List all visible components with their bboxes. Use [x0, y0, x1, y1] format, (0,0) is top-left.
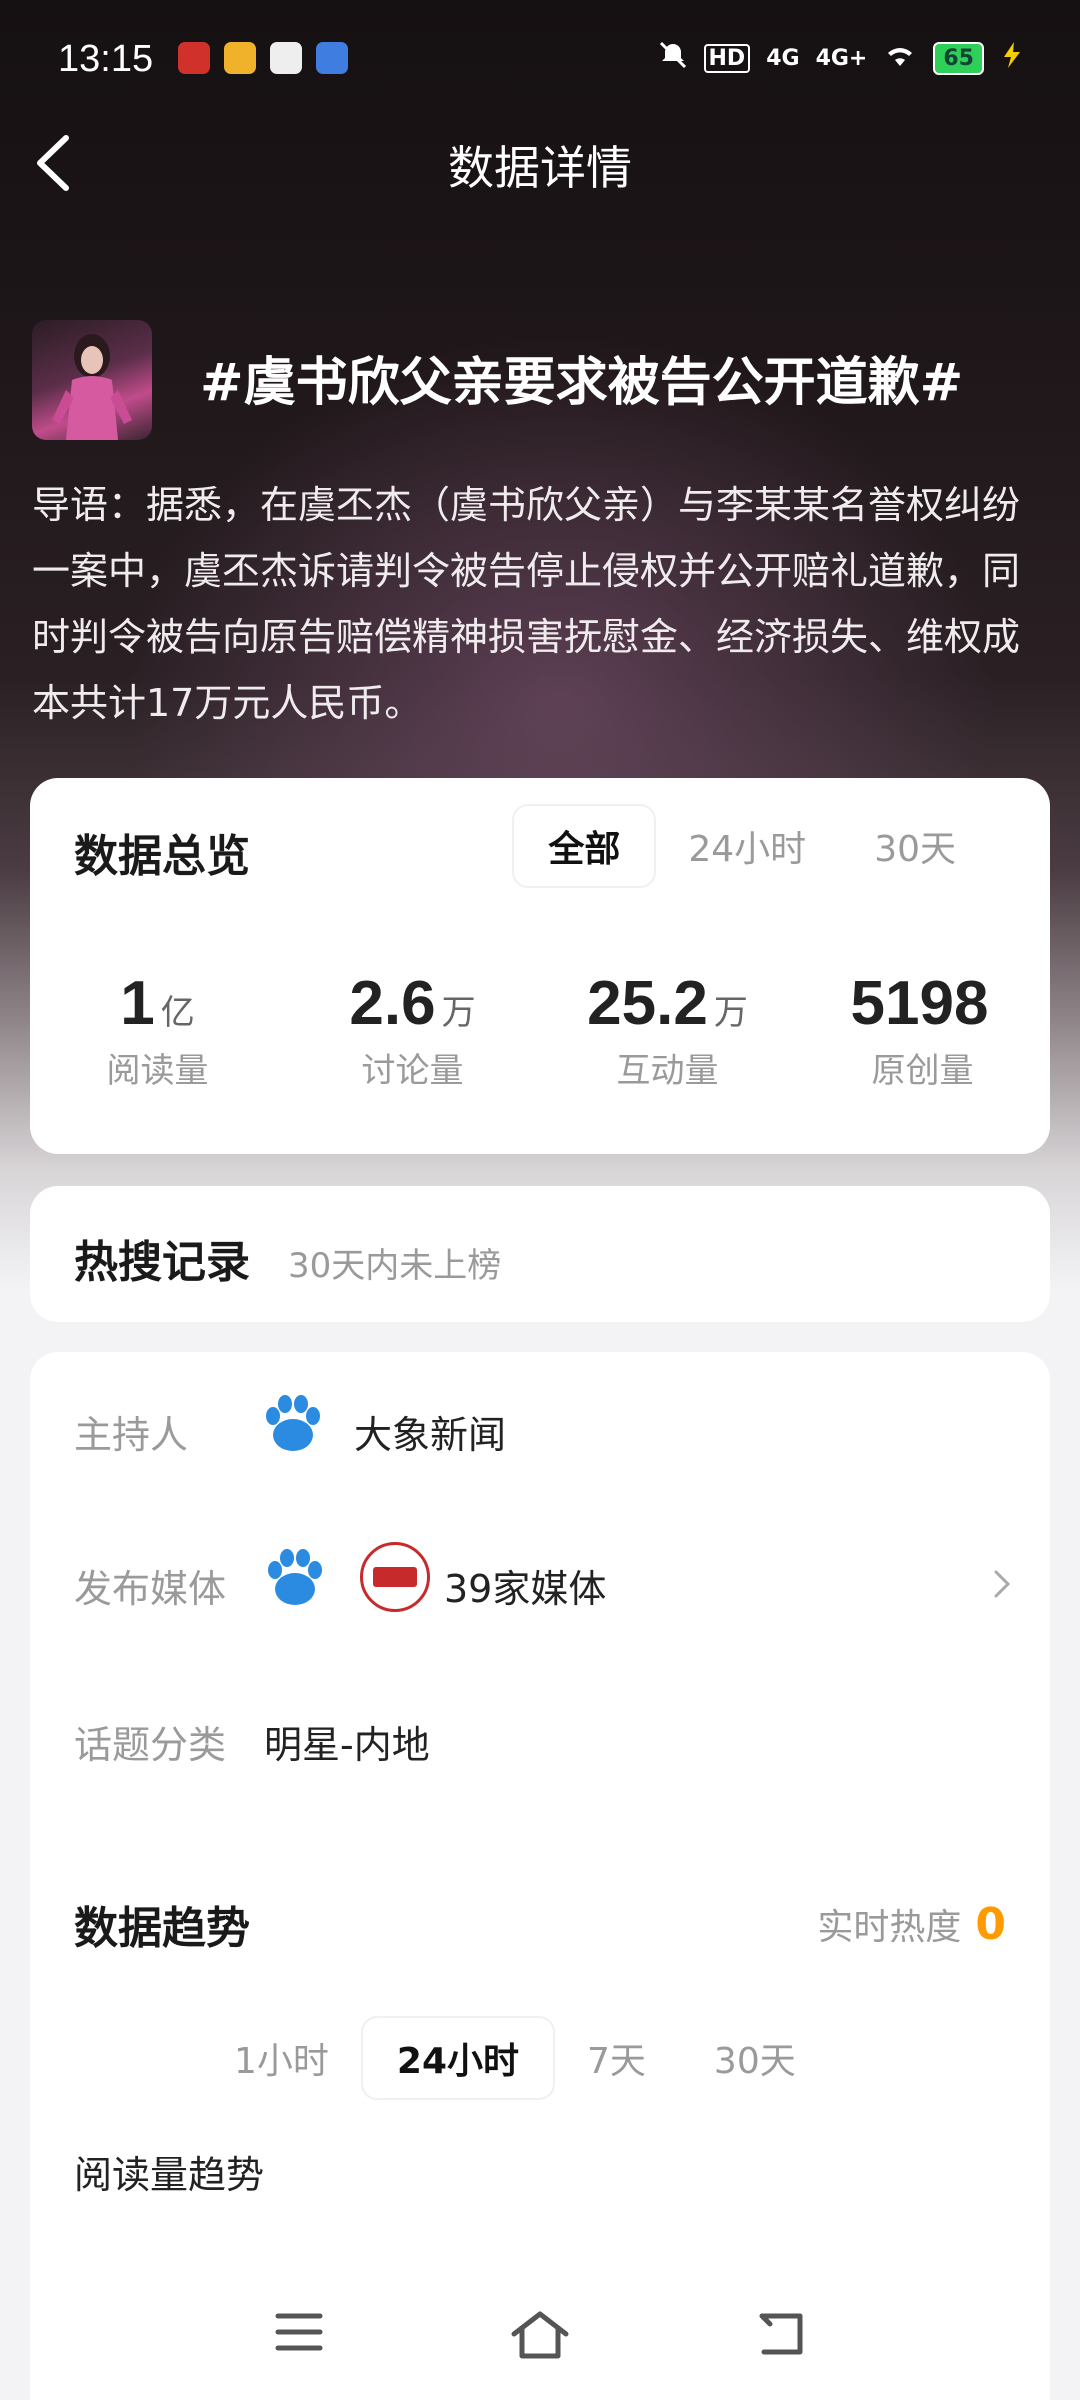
battery-icon: 65	[933, 41, 984, 75]
tab-30d-trend[interactable]: 30天	[680, 2018, 830, 2098]
trend-title: 数据趋势	[74, 1903, 250, 1954]
media-avatar-paw-icon	[260, 1542, 330, 1612]
stat-label: 讨论量	[361, 1051, 464, 1091]
stat-value: 1	[120, 969, 155, 1038]
wifi-icon	[883, 42, 917, 74]
tab-24h[interactable]: 24小时	[654, 806, 840, 886]
media-count[interactable]: 39家媒体	[444, 1558, 606, 1613]
stat-label: 互动量	[616, 1051, 719, 1091]
host-avatar-paw-icon	[258, 1388, 328, 1458]
network-4g-icon: 4G	[766, 45, 800, 71]
return-icon[interactable]	[754, 2310, 806, 2362]
host-row[interactable]: 主持人	[74, 1404, 188, 1459]
realtime-heat-value: 0	[975, 1899, 1006, 1950]
data-overview-card: 数据总览 全部 24小时 30天 1亿 阅读量 2.6 万 讨论量 25.2 万 互…	[30, 778, 1050, 1154]
tab-7d[interactable]: 7天	[553, 2018, 680, 2098]
stat-label: 阅读量	[106, 1051, 209, 1091]
app-notification-icon	[178, 42, 210, 74]
tab-30d[interactable]: 30天	[840, 806, 990, 886]
topic-thumbnail[interactable]	[32, 320, 152, 440]
hd-icon: HD	[703, 43, 751, 73]
menu-icon[interactable]	[274, 2310, 324, 2358]
category-label: 话题分类	[74, 1723, 227, 1767]
stat-interactions: 25.2 万 互动量	[540, 968, 795, 1092]
nav-bar: 数据详情	[0, 120, 1080, 200]
tab-all[interactable]: 全部	[514, 806, 655, 886]
system-icons: HD 4G 4G+ 65	[658, 40, 1025, 76]
stat-unit: 万	[441, 993, 476, 1033]
tab-24h-trend[interactable]: 24小时	[362, 2018, 554, 2098]
topic-title: #虞书欣父亲要求被告公开道歉#	[200, 353, 964, 413]
home-icon[interactable]	[510, 2310, 570, 2364]
stat-unit: 亿	[160, 993, 195, 1033]
baidu-notification-icon	[316, 42, 348, 74]
notification-icons	[178, 42, 348, 74]
media-label: 发布媒体	[74, 1567, 227, 1611]
topic-intro: 导语：据悉，在虞丕杰（虞书欣父亲）与李某某名誉权纠纷一案中，虞丕杰诉请判令被告停…	[32, 483, 1021, 725]
overview-title: 数据总览	[74, 831, 250, 882]
stat-value: 5198	[850, 969, 989, 1038]
host-label: 主持人	[74, 1413, 189, 1457]
media-avatar-logo	[360, 1542, 430, 1612]
realtime-heat: 实时热度 0	[817, 1898, 1006, 1950]
hot-search-status: 30天内未上榜	[288, 1246, 502, 1286]
host-name[interactable]: 大象新闻	[354, 1404, 506, 1459]
system-nav-bar	[0, 2290, 1080, 2380]
topic-info-card: 主持人 大象新闻 发布媒体 39家媒体 话题分类 明星-内地 数据趋势 实时热度…	[30, 1352, 1050, 2400]
read-trend-label: 阅读量趋势	[74, 2153, 265, 2197]
network-4g-plus-icon: 4G+	[815, 45, 868, 71]
mute-icon	[658, 40, 688, 76]
stat-originals: 5198 原创量	[795, 968, 1050, 1092]
media-row[interactable]: 发布媒体	[74, 1558, 226, 1613]
trend-range-tabs: 1小时 24小时 7天 30天	[200, 2018, 830, 2098]
realtime-heat-label: 实时热度	[817, 1907, 962, 1948]
weibo-notification-icon	[224, 42, 256, 74]
category-value: 明星-内地	[264, 1723, 430, 1767]
status-time: 13:15	[58, 38, 154, 80]
tab-1h[interactable]: 1小时	[200, 2018, 363, 2098]
stat-discussions: 2.6 万 讨论量	[285, 968, 540, 1092]
overview-stats: 1亿 阅读量 2.6 万 讨论量 25.2 万 互动量 5198 原创量	[30, 968, 1050, 1092]
chevron-right-icon[interactable]	[990, 1564, 1014, 1608]
hot-search-title: 热搜记录	[74, 1237, 250, 1288]
charging-icon	[1000, 40, 1024, 76]
status-bar: 13:15 HD 4G 4G+ 65	[0, 0, 1080, 120]
hot-search-card: 热搜记录 30天内未上榜	[30, 1186, 1050, 1322]
stat-unit: 万	[713, 993, 748, 1033]
stat-label: 原创量	[871, 1051, 974, 1091]
page-title: 数据详情	[448, 141, 632, 195]
app-notification-icon	[270, 42, 302, 74]
category-row: 话题分类	[74, 1714, 226, 1769]
stat-value: 2.6	[349, 969, 436, 1038]
overview-range-tabs: 全部 24小时 30天	[514, 806, 990, 886]
stat-reads: 1亿 阅读量	[30, 968, 285, 1092]
stat-value: 25.2	[587, 969, 708, 1038]
topic-header: #虞书欣父亲要求被告公开道歉#	[32, 320, 1048, 444]
